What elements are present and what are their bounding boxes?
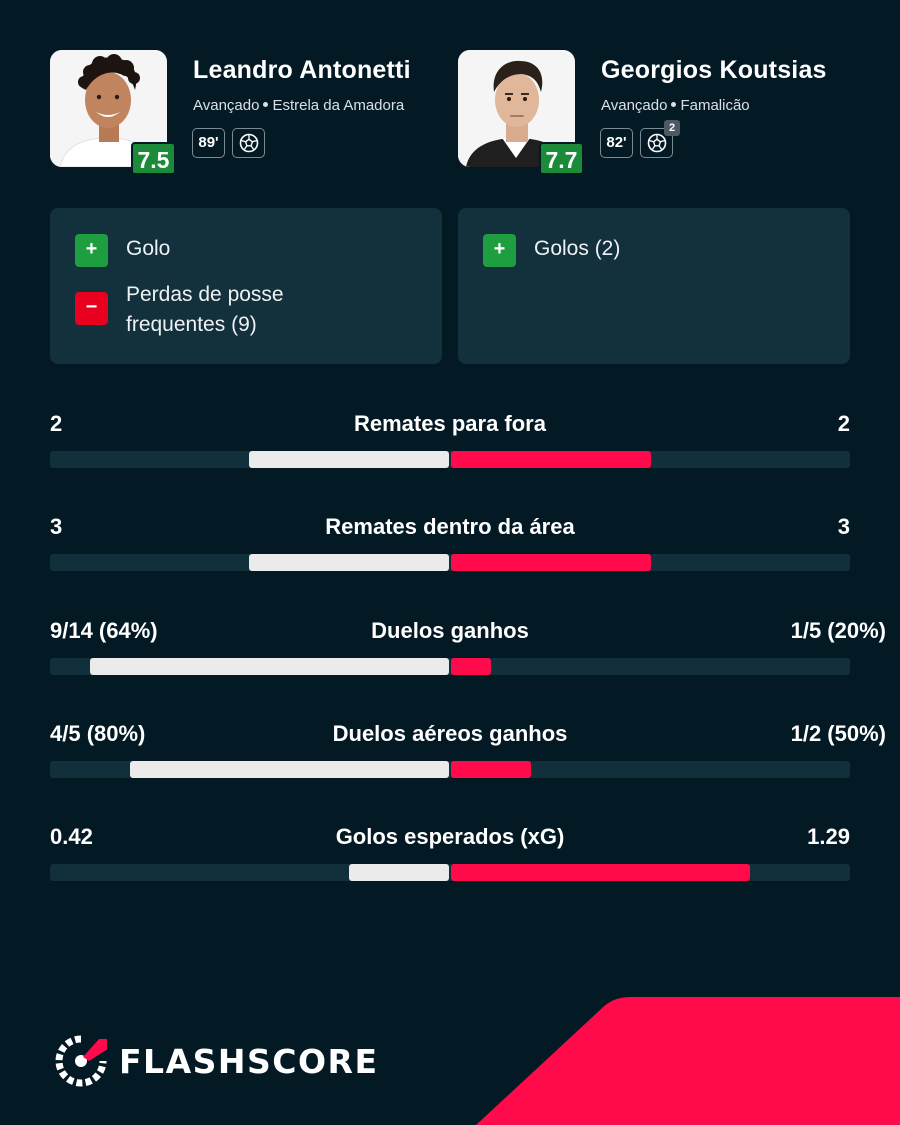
player-team[interactable]: Estrela da Amadora xyxy=(272,97,404,114)
stat-bar-left xyxy=(90,658,449,675)
minutes-played: 89' xyxy=(192,128,225,158)
stat-bar-right xyxy=(451,864,750,881)
stat-label: Golos esperados (xG) xyxy=(335,824,565,849)
flashscore-logo-icon xyxy=(55,1035,107,1087)
player-card-right[interactable]: 7.7 Georgios Koutsias Avançado Famalicão … xyxy=(458,50,858,180)
flashscore-logo[interactable]: FLASHSCORE xyxy=(55,1035,379,1087)
plus-icon: + xyxy=(483,234,516,267)
stat-right-value: 1/5 (20%) xyxy=(790,618,886,643)
highlight-item: − Perdas de posse frequentes (9) xyxy=(75,280,346,340)
stat-label: Duelos ganhos xyxy=(371,618,529,643)
player-rating: 7.5 xyxy=(131,142,176,175)
highlight-item: + Golos (2) xyxy=(483,234,754,267)
player-name[interactable]: Georgios Koutsias xyxy=(601,56,827,85)
stat-bar-left xyxy=(349,864,449,881)
stat-bar-left xyxy=(249,451,449,468)
player-position: Avançado xyxy=(601,97,668,114)
stat-right-value: 1.29 xyxy=(807,824,850,849)
highlight-item: + Golo xyxy=(75,234,346,267)
plus-icon: + xyxy=(75,234,108,267)
stat-bar-right xyxy=(451,761,531,778)
stat-right-value: 2 xyxy=(837,411,850,436)
stat-row: 3 Remates dentro da área 3 xyxy=(50,514,850,584)
stat-row: 4/5 (80%) Duelos aéreos ganhos 1/2 (50%) xyxy=(50,721,886,791)
player-name[interactable]: Leandro Antonetti xyxy=(193,56,411,85)
goal-event-badge xyxy=(232,128,265,158)
brand-name: FLASHSCORE xyxy=(119,1041,379,1081)
stat-right-value: 1/2 (50%) xyxy=(790,721,886,746)
stat-label: Remates para fora xyxy=(354,411,546,436)
stat-bar-track xyxy=(50,864,850,881)
highlight-text: Golos (2) xyxy=(534,237,621,260)
stat-bar-left xyxy=(130,761,449,778)
player-meta: Avançado Estrela da Amadora xyxy=(193,97,404,114)
stat-row: 9/14 (64%) Duelos ganhos 1/5 (20%) xyxy=(50,618,886,688)
stat-row: 2 Remates para fora 2 xyxy=(50,411,850,481)
stat-label: Remates dentro da área xyxy=(325,514,575,539)
minutes-played: 82' xyxy=(600,128,633,158)
stat-bar-track xyxy=(50,658,850,675)
stat-bar-track xyxy=(50,451,850,468)
player-team[interactable]: Famalicão xyxy=(680,97,749,114)
stat-row: 0.42 Golos esperados (xG) 1.29 xyxy=(50,824,850,894)
highlights-card-right: + Golos (2) xyxy=(458,208,850,364)
stat-bar-right xyxy=(451,554,651,571)
goal-count-badge: 2 xyxy=(664,120,680,136)
player-position: Avançado xyxy=(193,97,260,114)
stat-bar-right xyxy=(451,658,491,675)
stat-right-value: 3 xyxy=(837,514,850,539)
player-meta: Avançado Famalicão xyxy=(601,97,750,114)
player-card-left[interactable]: 7.5 Leandro Antonetti Avançado Estrela da… xyxy=(50,50,450,180)
stat-label: Duelos aéreos ganhos xyxy=(332,721,568,746)
stat-bar-track xyxy=(50,554,850,571)
stat-bar-left xyxy=(249,554,449,571)
highlights-card-left: + Golo − Perdas de posse frequentes (9) xyxy=(50,208,442,364)
football-icon xyxy=(647,133,666,153)
highlight-text: Golo xyxy=(126,237,171,260)
minus-icon: − xyxy=(75,292,108,325)
highlight-text: Perdas de posse frequentes (9) xyxy=(126,283,284,336)
separator-dot xyxy=(263,102,269,108)
stat-bar-track xyxy=(50,761,850,778)
football-icon xyxy=(239,133,258,153)
stat-bar-right xyxy=(451,451,651,468)
separator-dot xyxy=(671,102,677,108)
player-rating: 7.7 xyxy=(539,142,584,175)
